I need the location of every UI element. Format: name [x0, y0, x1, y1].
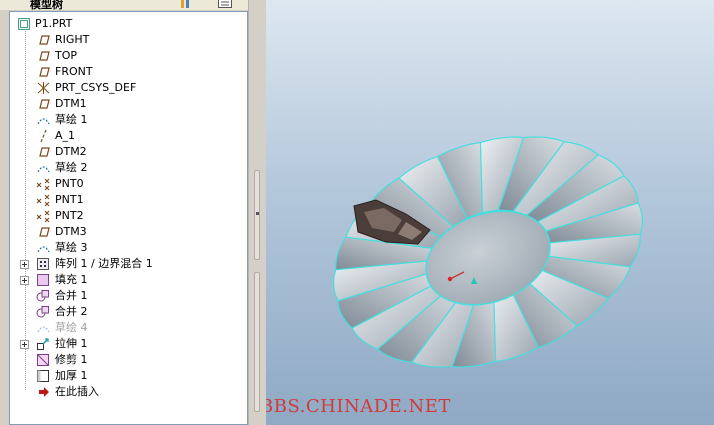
tree-item[interactable]: DTM3 — [10, 224, 246, 240]
tree-item[interactable]: PNT2 — [10, 208, 246, 224]
tree-item-label: 草绘 2 — [55, 161, 88, 174]
columns-icon[interactable] — [180, 0, 194, 9]
tree-item-label: PNT2 — [55, 209, 84, 222]
part-icon — [17, 17, 32, 31]
insert-here-arrow-icon — [36, 385, 51, 399]
fan-3d-model[interactable] — [266, 0, 714, 425]
splitter-collapse-dot[interactable] — [256, 212, 259, 215]
splitter-grip-lower[interactable] — [254, 272, 260, 412]
sketch-icon — [36, 241, 51, 255]
coordinate-system-icon — [36, 81, 51, 95]
tree-item-label: 阵列 1 / 边界混合 1 — [55, 257, 153, 270]
datum-plane-icon — [36, 33, 51, 47]
tree-item-label: 修剪 1 — [55, 353, 88, 366]
tree-item[interactable]: 在此插入 — [10, 384, 246, 400]
tree-item-label: PNT0 — [55, 177, 84, 190]
tree-settings-icon[interactable] — [218, 0, 232, 9]
expand-toggle[interactable] — [20, 276, 29, 285]
tree-root-label: P1.PRT — [35, 17, 73, 30]
tree-item-label: DTM2 — [55, 145, 87, 158]
tree-item-label: PNT1 — [55, 193, 84, 206]
tree-item[interactable]: TOP — [10, 48, 246, 64]
datum-point-icon — [36, 193, 51, 207]
trim-icon — [36, 353, 51, 367]
tree-item-label: RIGHT — [55, 33, 90, 46]
tree-item-label: 合并 1 — [55, 289, 88, 302]
thicken-icon — [36, 369, 51, 383]
tree-item-label: 拉伸 1 — [55, 337, 88, 350]
tree-item[interactable]: PNT1 — [10, 192, 246, 208]
sketch-icon — [36, 321, 51, 335]
tree-item-label: DTM1 — [55, 97, 87, 110]
tree-item[interactable]: A_1 — [10, 128, 246, 144]
tree-item-label: DTM3 — [55, 225, 87, 238]
datum-point-icon — [36, 209, 51, 223]
tree-item[interactable]: DTM1 — [10, 96, 246, 112]
tree-item-label: FRONT — [55, 65, 93, 78]
tree-item-label: PRT_CSYS_DEF — [55, 81, 137, 94]
merge-icon — [36, 289, 51, 303]
fill-icon — [36, 273, 51, 287]
tree-item-label: 加厚 1 — [55, 369, 88, 382]
sketch-icon — [36, 113, 51, 127]
datum-axis-icon — [36, 129, 51, 143]
datum-plane-icon — [36, 65, 51, 79]
tree-item-label: 填充 1 — [55, 273, 88, 286]
tree-item-label: 合并 2 — [55, 305, 88, 318]
datum-plane-icon — [36, 97, 51, 111]
datum-plane-icon — [36, 145, 51, 159]
tree-item-label: TOP — [55, 49, 78, 62]
extrude-icon — [36, 337, 51, 351]
tree-item[interactable]: PRT_CSYS_DEF — [10, 80, 246, 96]
tree-item-label: 草绘 3 — [55, 241, 88, 254]
model-tree: P1.PRT RIGHT TOP FRONT PRT_CSYS_DEF DTM1 草绘 1… — [9, 11, 248, 425]
datum-plane-icon — [36, 225, 51, 239]
datum-point-icon — [36, 177, 51, 191]
tree-item[interactable]: RIGHT — [10, 32, 246, 48]
model-tree-toolbar: 模型树 — [0, 0, 262, 11]
datum-plane-icon — [36, 49, 51, 63]
expand-toggle[interactable] — [20, 340, 29, 349]
tree-root-p1-prt[interactable]: P1.PRT — [10, 16, 246, 32]
tree-item[interactable]: FRONT — [10, 64, 246, 80]
splitter-grip-upper[interactable] — [254, 170, 260, 260]
sketch-icon — [36, 161, 51, 175]
tree-item[interactable]: 合并 2 — [10, 304, 246, 320]
tree-item[interactable]: 阵列 1 / 边界混合 1 — [10, 256, 246, 272]
merge-icon — [36, 305, 51, 319]
panel-splitter[interactable] — [248, 0, 266, 425]
tree-item-label: A_1 — [55, 129, 76, 142]
tree-item-label: 草绘 1 — [55, 113, 88, 126]
tree-item[interactable]: 加厚 1 — [10, 368, 246, 384]
tree-item[interactable]: 拉伸 1 — [10, 336, 246, 352]
tree-item[interactable]: 草绘 3 — [10, 240, 246, 256]
tree-item[interactable]: 草绘 1 — [10, 112, 246, 128]
tree-item[interactable]: 草绘 4 — [10, 320, 246, 336]
watermark-text: BBS.CHINADE.NET — [266, 396, 451, 417]
tree-item[interactable]: PNT0 — [10, 176, 246, 192]
tree-item-label: 草绘 4 — [55, 321, 88, 334]
tree-item[interactable]: 合并 1 — [10, 288, 246, 304]
expand-toggle[interactable] — [20, 260, 29, 269]
tree-item[interactable]: 修剪 1 — [10, 352, 246, 368]
tree-item[interactable]: DTM2 — [10, 144, 246, 160]
pattern-icon — [36, 257, 51, 271]
tree-item[interactable]: 草绘 2 — [10, 160, 246, 176]
tree-item-label: 在此插入 — [55, 385, 99, 398]
tree-item[interactable]: 填充 1 — [10, 272, 246, 288]
graphics-viewport[interactable]: BBS.CHINADE.NET — [266, 0, 714, 425]
